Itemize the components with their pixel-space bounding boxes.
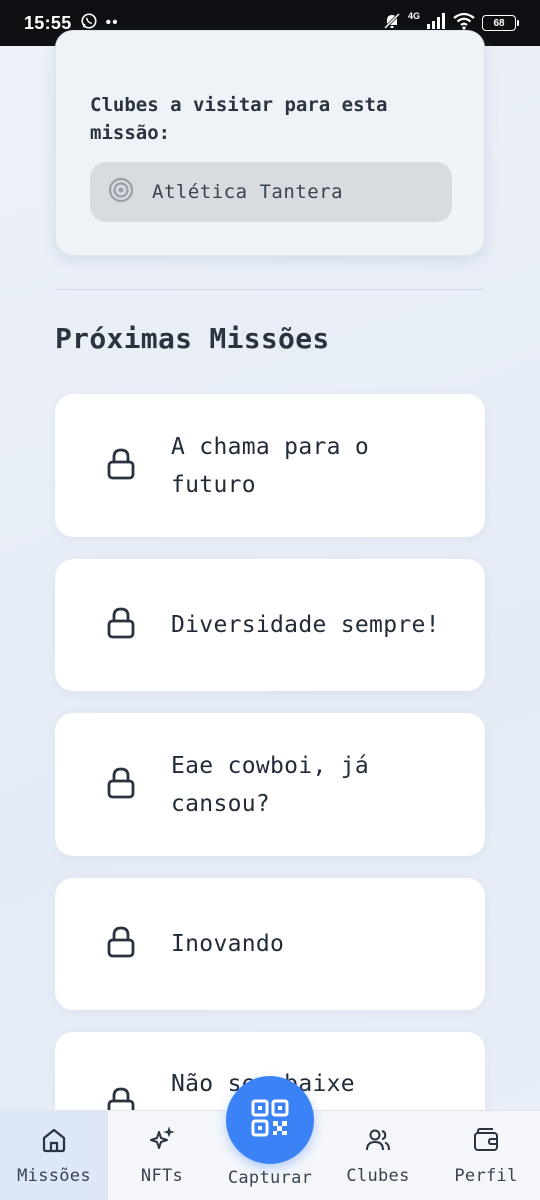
- next-mission-title: A chama para o futuro: [171, 433, 370, 498]
- club-chip-label: Atlética Tantera: [152, 181, 344, 203]
- clubs-to-visit-label: Clubes a visitar para esta missão:: [90, 94, 388, 144]
- network-type: 4G: [407, 11, 420, 21]
- sparkles-icon: [148, 1126, 176, 1158]
- next-mission-title: Não se abaixe: [171, 1071, 355, 1097]
- mission-details-card: Clubes a visitar para esta missão: Atlét…: [55, 30, 485, 256]
- next-mission-card[interactable]: A chama para o futuro: [55, 394, 485, 537]
- home-icon: [40, 1126, 68, 1158]
- qr-code-icon: [250, 1098, 290, 1142]
- nav-item-nfts[interactable]: NFTs: [108, 1111, 216, 1200]
- status-time: 15:55: [24, 12, 72, 33]
- club-chip[interactable]: Atlética Tantera: [90, 162, 452, 222]
- lock-icon: [105, 447, 137, 485]
- lock-icon: [105, 925, 137, 963]
- capture-button[interactable]: [226, 1076, 314, 1164]
- target-icon: [108, 177, 134, 207]
- wallet-icon: [472, 1126, 500, 1158]
- lock-icon: [105, 766, 137, 804]
- nav-label: NFTs: [140, 1166, 184, 1186]
- next-mission-title: Eae cowboi, já cansou?: [171, 752, 370, 817]
- nav-item-clubes[interactable]: Clubes: [324, 1111, 432, 1200]
- users-icon: [364, 1126, 392, 1158]
- next-mission-card[interactable]: Inovando: [55, 878, 485, 1010]
- battery-indicator: 68: [482, 15, 519, 31]
- next-missions-title: Próximas Missões: [55, 322, 330, 355]
- nav-item-missoes[interactable]: Missões: [0, 1111, 108, 1200]
- lock-icon: [105, 606, 137, 644]
- nav-label: Clubes: [346, 1166, 410, 1186]
- section-divider: [55, 289, 485, 290]
- next-mission-card[interactable]: Eae cowboi, já cansou?: [55, 713, 485, 856]
- nav-item-perfil[interactable]: Perfil: [432, 1111, 540, 1200]
- nav-label: Perfil: [454, 1166, 518, 1186]
- next-mission-title: Inovando: [171, 931, 285, 957]
- next-mission-title: Diversidade sempre!: [171, 612, 440, 638]
- nav-label: Missões: [17, 1166, 91, 1186]
- capture-label: Capturar: [227, 1168, 313, 1188]
- next-mission-card[interactable]: Diversidade sempre!: [55, 559, 485, 691]
